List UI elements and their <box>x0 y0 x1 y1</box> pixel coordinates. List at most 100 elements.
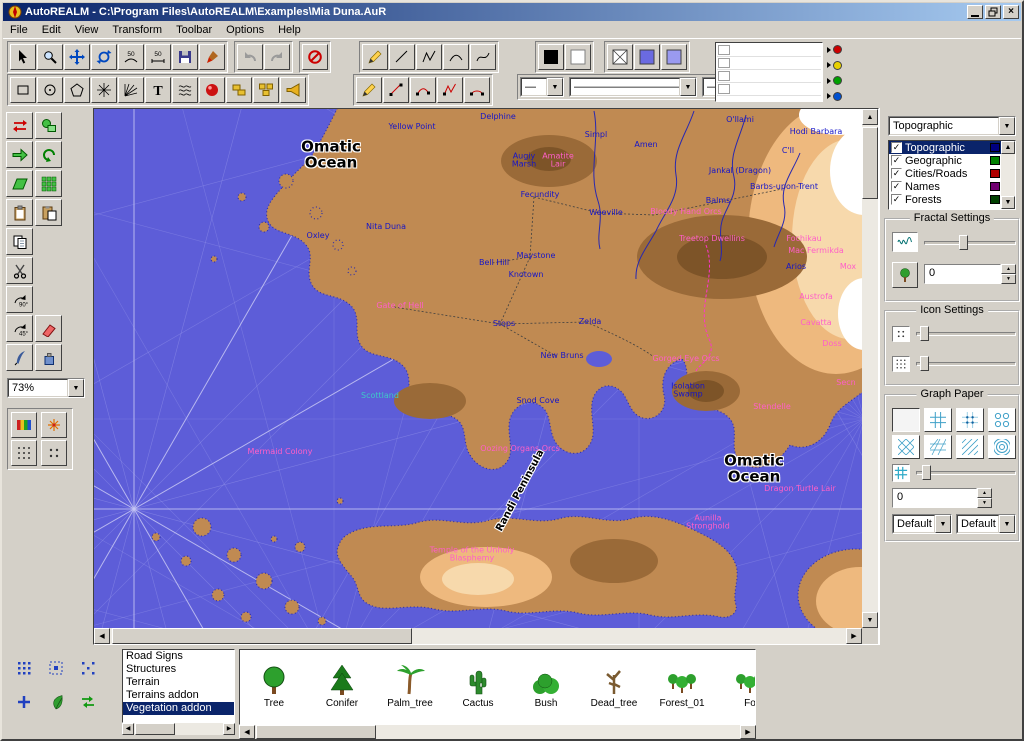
graph-pattern-ptri-button[interactable] <box>924 435 952 459</box>
fan-button[interactable] <box>118 77 144 103</box>
scroll-left-icon[interactable]: ◀ <box>122 723 134 735</box>
map-canvas[interactable]: Omatic OceanOmatic OceanRandi PeninsulaD… <box>94 109 862 628</box>
textT-button[interactable]: T <box>145 77 171 103</box>
chevron-down-icon[interactable]: ▼ <box>999 515 1015 533</box>
menu-view[interactable]: View <box>68 22 106 38</box>
horizontal-scroll-thumb[interactable] <box>256 725 376 739</box>
layer-row-names[interactable]: ✓Names <box>889 180 1015 193</box>
icon-size-slider[interactable] <box>916 324 1016 342</box>
layers-listbox[interactable]: ✓Topographic✓Geographic✓Cities/Roads✓Nam… <box>888 140 1016 210</box>
swap-button[interactable] <box>6 112 33 139</box>
hatch-button[interactable] <box>607 44 633 70</box>
ggrid-button[interactable] <box>35 170 62 197</box>
bx-button[interactable] <box>75 655 101 681</box>
redcurve-button[interactable] <box>410 77 436 103</box>
color-dot[interactable] <box>833 92 842 101</box>
circle-button[interactable] <box>37 77 63 103</box>
pan-button[interactable] <box>64 44 90 70</box>
dots-button[interactable] <box>41 440 67 466</box>
undo-button[interactable] <box>237 44 263 70</box>
title-bar[interactable]: AutoREALM - C:\Program Files\AutoREALM\E… <box>3 3 1021 21</box>
scroll-right-icon[interactable]: ▶ <box>846 628 862 644</box>
graph-pattern-pcirc-button[interactable] <box>988 408 1016 432</box>
curve-button[interactable] <box>443 44 469 70</box>
symbol-item-forest_01[interactable]: Forest_01 <box>648 652 716 724</box>
graph-pattern-pgdots-button[interactable] <box>956 408 984 432</box>
symbol-item-conifer[interactable]: Conifer <box>308 652 376 724</box>
leaf-button[interactable] <box>43 689 69 715</box>
restore-button[interactable] <box>985 5 1001 19</box>
fractal-seed-spinner[interactable]: 0 ▲▼ <box>924 264 1016 284</box>
scroll-up-icon[interactable]: ▲ <box>862 109 878 125</box>
swPeri-button[interactable] <box>661 44 687 70</box>
color-dot-row[interactable] <box>827 59 842 72</box>
symbol-item-cactus[interactable]: Cactus <box>444 652 512 724</box>
overlay-combo[interactable]: Topographic ▼ <box>888 116 1016 136</box>
rect-button[interactable] <box>10 77 36 103</box>
mline-button[interactable]: 50 <box>145 44 171 70</box>
chevron-down-icon[interactable]: ▼ <box>999 117 1015 135</box>
brush-button[interactable] <box>199 44 225 70</box>
zoom-button[interactable] <box>37 44 63 70</box>
orbit-button[interactable] <box>91 44 117 70</box>
cursor-button[interactable] <box>10 44 36 70</box>
prohibit-button[interactable] <box>302 44 328 70</box>
color-cell[interactable] <box>718 58 730 68</box>
grotate-button[interactable] <box>35 141 62 168</box>
spin-down-icon[interactable]: ▼ <box>1001 274 1016 284</box>
layer-checkbox[interactable]: ✓ <box>891 155 902 166</box>
pline-button[interactable] <box>416 44 442 70</box>
blocks-button[interactable] <box>226 77 252 103</box>
garrows-button[interactable] <box>75 689 101 715</box>
pencil-button[interactable] <box>356 77 382 103</box>
garrow-button[interactable] <box>6 141 33 168</box>
layer-checkbox[interactable]: ✓ <box>891 168 902 179</box>
layer-row-forests[interactable]: ✓Forests <box>889 193 1015 206</box>
category-road-signs[interactable]: Road Signs <box>123 650 234 663</box>
grid-size-slider[interactable] <box>916 463 1016 481</box>
color-dot[interactable] <box>833 45 842 54</box>
scroll-down-icon[interactable]: ▼ <box>1001 196 1015 209</box>
menu-help[interactable]: Help <box>271 22 308 38</box>
close-button[interactable]: × <box>1003 5 1019 19</box>
marc-button[interactable]: 50 <box>118 44 144 70</box>
minimize-button[interactable] <box>967 5 983 19</box>
fractal-roughness-slider[interactable] <box>924 233 1016 251</box>
ink-button[interactable] <box>35 344 62 371</box>
scroll-left-icon[interactable]: ◀ <box>239 725 255 739</box>
pencil-button[interactable] <box>362 44 388 70</box>
swW-button[interactable] <box>565 44 591 70</box>
scroll-right-icon[interactable]: ▶ <box>223 723 235 735</box>
canvas-vertical-scrollbar[interactable]: ▲ ▼ <box>862 109 878 628</box>
color-list-row[interactable] <box>717 44 821 57</box>
slider-thumb[interactable] <box>920 356 929 371</box>
blocks2-button[interactable] <box>253 77 279 103</box>
spin-up-icon[interactable]: ▲ <box>1001 264 1016 274</box>
layer-row-topographic[interactable]: ✓Topographic <box>889 141 1015 154</box>
dotgrid-button[interactable] <box>11 440 37 466</box>
copy-button[interactable] <box>6 228 33 255</box>
spin-down-icon[interactable]: ▼ <box>977 498 992 508</box>
category-structures[interactable]: Structures <box>123 663 234 676</box>
layer-row-cities-roads[interactable]: ✓Cities/Roads <box>889 167 1015 180</box>
layer-checkbox[interactable]: ✓ <box>891 142 902 153</box>
line-button[interactable] <box>389 44 415 70</box>
symbol-item-palm_tree[interactable]: Palm_tree <box>376 652 444 724</box>
paste-button[interactable] <box>35 199 62 226</box>
graph-default-combo-2[interactable]: Default ▼ <box>956 514 1016 534</box>
graph-spinner[interactable]: 0 ▲▼ <box>892 488 992 508</box>
eraser-button[interactable] <box>35 315 62 342</box>
menu-edit[interactable]: Edit <box>35 22 68 38</box>
grad-button[interactable] <box>11 412 37 438</box>
category-vegetation-addon[interactable]: Vegetation addon <box>123 702 234 715</box>
scroll-right-icon[interactable]: ▶ <box>740 725 756 739</box>
scurve-button[interactable] <box>470 44 496 70</box>
burst-button[interactable] <box>91 77 117 103</box>
layers-scrollbar[interactable]: ▲ ▼ <box>1001 141 1015 209</box>
symbol-strip-scrollbar[interactable]: ◀ ▶ <box>239 725 756 739</box>
redline-button[interactable] <box>383 77 409 103</box>
color-cell[interactable] <box>718 45 730 55</box>
shapes-button[interactable] <box>35 112 62 139</box>
menu-options[interactable]: Options <box>219 22 271 38</box>
scroll-up-icon[interactable]: ▲ <box>1001 141 1015 154</box>
